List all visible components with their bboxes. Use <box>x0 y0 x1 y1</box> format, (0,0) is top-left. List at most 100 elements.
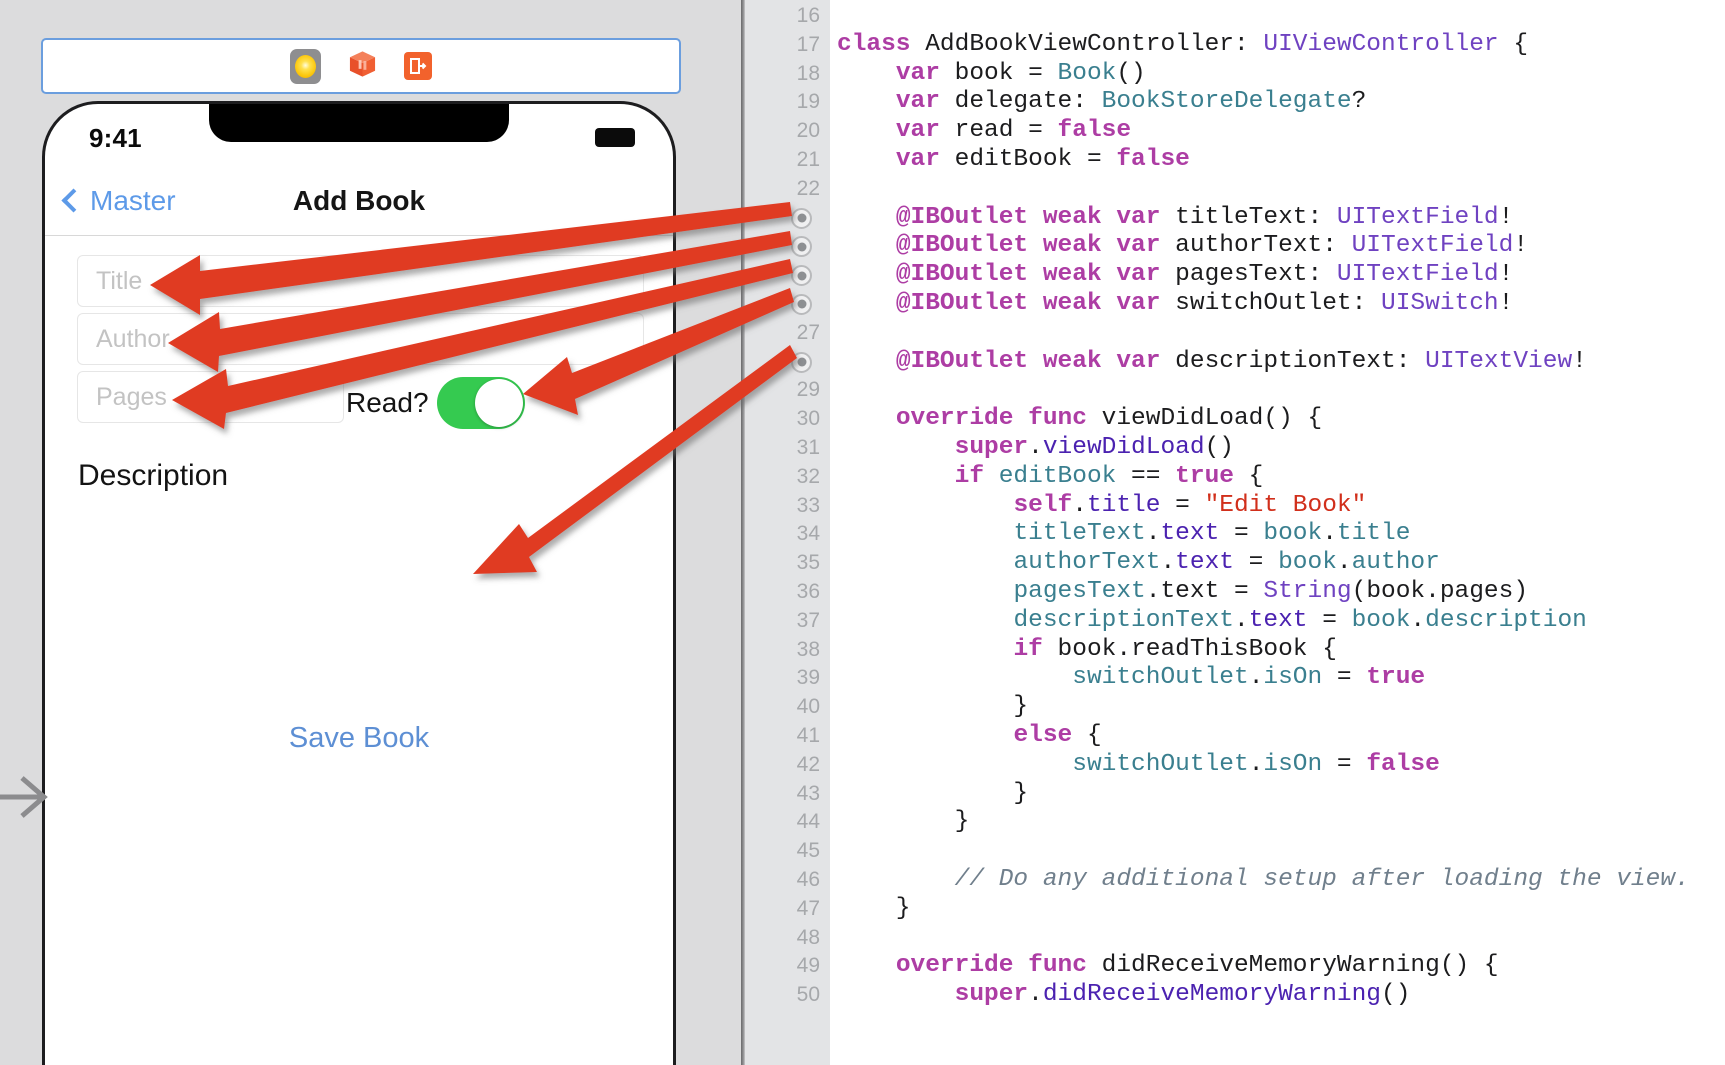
code-line[interactable]: @IBOutlet weak var switchOutlet: UISwitc… <box>745 290 1725 319</box>
line-number: 18 <box>796 61 820 85</box>
code-line[interactable]: 18 var book = Book() <box>745 60 1725 89</box>
line-number: 30 <box>796 407 820 431</box>
code-text: @IBOutlet weak var titleText: UITextFiel… <box>895 203 1514 231</box>
code-line[interactable]: 16 <box>745 2 1725 31</box>
code-line[interactable]: 33 self.title = "Edit Book" <box>745 492 1725 521</box>
line-number: 40 <box>796 695 820 719</box>
code-text: // Do any additional setup after loading… <box>954 865 1690 893</box>
code-line[interactable]: 42 switchOutlet.isOn = false <box>745 751 1725 780</box>
switch-knob <box>475 379 523 427</box>
line-number: 45 <box>796 839 820 863</box>
code-text: authorText.text = book.author <box>1013 549 1440 577</box>
code-text: } <box>837 693 1029 721</box>
code-text: super.didReceiveMemoryWarning() <box>954 981 1411 1009</box>
code-line[interactable]: 29 <box>745 376 1725 405</box>
source-code-editor[interactable]: 16 17 class AddBookViewController: UIViewC… <box>745 0 1725 1065</box>
code-text: } <box>837 808 970 836</box>
line-number: 36 <box>796 579 820 603</box>
code-line-list[interactable]: 16 17 class AddBookViewController: UIViewC… <box>745 0 1725 1010</box>
line-number: 32 <box>796 464 820 488</box>
code-line[interactable]: 50 super.didReceiveMemoryWarning() <box>745 981 1725 1010</box>
title-placeholder: Title <box>96 266 143 295</box>
code-text: super.viewDidLoad() <box>954 433 1234 461</box>
code-text: var read = false <box>895 117 1132 145</box>
line-number: 20 <box>796 119 820 143</box>
navigation-bar: Master Add Book <box>45 166 673 236</box>
code-line[interactable]: 41 else { <box>745 722 1725 751</box>
author-input[interactable]: Author <box>77 313 644 365</box>
line-number: 19 <box>796 90 820 114</box>
line-number: 35 <box>796 551 820 575</box>
line-number: 27 <box>796 320 820 344</box>
code-text: else { <box>1013 721 1102 749</box>
code-line[interactable]: 19 var delegate: BookStoreDelegate? <box>745 88 1725 117</box>
line-number: 46 <box>796 867 820 891</box>
code-text: pagesText.text = String(book.pages) <box>1013 577 1529 605</box>
first-responder-icon[interactable] <box>348 49 377 84</box>
status-bar-clock: 9:41 <box>89 122 142 153</box>
outlet-connection-icon[interactable] <box>791 351 812 373</box>
code-line[interactable]: @IBOutlet weak var titleText: UITextFiel… <box>745 204 1725 233</box>
line-number: 42 <box>796 752 820 776</box>
code-line[interactable]: @IBOutlet weak var descriptionText: UITe… <box>745 348 1725 377</box>
line-number: 38 <box>796 637 820 661</box>
code-line[interactable]: 20 var read = false <box>745 117 1725 146</box>
line-number: 49 <box>796 954 820 978</box>
code-line[interactable]: 43 } <box>745 780 1725 809</box>
code-line[interactable]: 34 titleText.text = book.title <box>745 520 1725 549</box>
code-text: titleText.text = book.title <box>1013 520 1411 548</box>
code-text: var editBook = false <box>895 145 1190 173</box>
line-number: 17 <box>796 32 820 56</box>
code-line[interactable]: 47 } <box>745 895 1725 924</box>
line-number: 16 <box>796 4 820 27</box>
code-line[interactable]: 21 var editBook = false <box>745 146 1725 175</box>
interface-builder-canvas[interactable]: 9:41 Master Add Book Title Author Pages <box>0 0 741 1065</box>
code-text: override func didReceiveMemoryWarning() … <box>895 952 1499 980</box>
outlet-connection-icon[interactable] <box>791 293 812 315</box>
exit-icon[interactable] <box>404 52 432 80</box>
save-book-button[interactable]: Save Book <box>45 722 673 755</box>
code-line[interactable]: 45 <box>745 837 1725 866</box>
pages-input[interactable]: Pages <box>77 371 344 423</box>
code-line[interactable]: 22 <box>745 175 1725 204</box>
code-line[interactable]: @IBOutlet weak var pagesText: UITextFiel… <box>745 261 1725 290</box>
line-number: 41 <box>796 723 820 747</box>
code-line[interactable]: 35 authorText.text = book.author <box>745 549 1725 578</box>
code-line[interactable]: 46 // Do any additional setup after load… <box>745 866 1725 895</box>
code-line[interactable]: 31 super.viewDidLoad() <box>745 434 1725 463</box>
code-line[interactable]: 44 } <box>745 808 1725 837</box>
code-line[interactable]: 40 } <box>745 693 1725 722</box>
code-line[interactable]: 39 switchOutlet.isOn = true <box>745 664 1725 693</box>
code-line[interactable]: 38 if book.readThisBook { <box>745 636 1725 665</box>
description-label: Description <box>78 459 229 492</box>
code-text: if book.readThisBook { <box>1013 635 1337 663</box>
view-controller-icon[interactable] <box>290 48 321 84</box>
code-line[interactable]: 49 override func didReceiveMemoryWarning… <box>745 952 1725 981</box>
scene-dock[interactable] <box>41 38 681 94</box>
read-label: Read? <box>346 387 429 418</box>
code-line[interactable]: 36 pagesText.text = String(book.pages) <box>745 578 1725 607</box>
line-number: 47 <box>796 896 820 920</box>
outlet-connection-icon[interactable] <box>791 265 812 287</box>
code-text: } <box>837 779 1029 807</box>
outlet-connection-icon[interactable] <box>791 207 812 229</box>
code-line[interactable]: 48 <box>745 924 1725 953</box>
line-number: 48 <box>796 925 820 949</box>
save-book-label: Save Book <box>288 722 430 754</box>
code-line[interactable]: 27 <box>745 319 1725 348</box>
line-number: 39 <box>796 666 820 690</box>
back-button[interactable]: Master <box>61 185 176 217</box>
line-number: 33 <box>796 493 820 517</box>
code-line[interactable]: 17 class AddBookViewController: UIViewCon… <box>745 31 1725 60</box>
code-line[interactable]: 37 descriptionText.text = book.descripti… <box>745 607 1725 636</box>
code-line[interactable]: 32 if editBook == true { <box>745 463 1725 492</box>
line-number: 21 <box>796 147 820 171</box>
code-line[interactable]: 30 override func viewDidLoad() { <box>745 405 1725 434</box>
pages-placeholder: Pages <box>96 382 167 411</box>
status-bar: 9:41 <box>45 104 673 166</box>
code-text: @IBOutlet weak var descriptionText: UITe… <box>895 347 1587 375</box>
code-line[interactable]: @IBOutlet weak var authorText: UITextFie… <box>745 232 1725 261</box>
outlet-connection-icon[interactable] <box>791 236 812 258</box>
title-input[interactable]: Title <box>77 255 644 307</box>
read-switch[interactable] <box>437 377 525 429</box>
